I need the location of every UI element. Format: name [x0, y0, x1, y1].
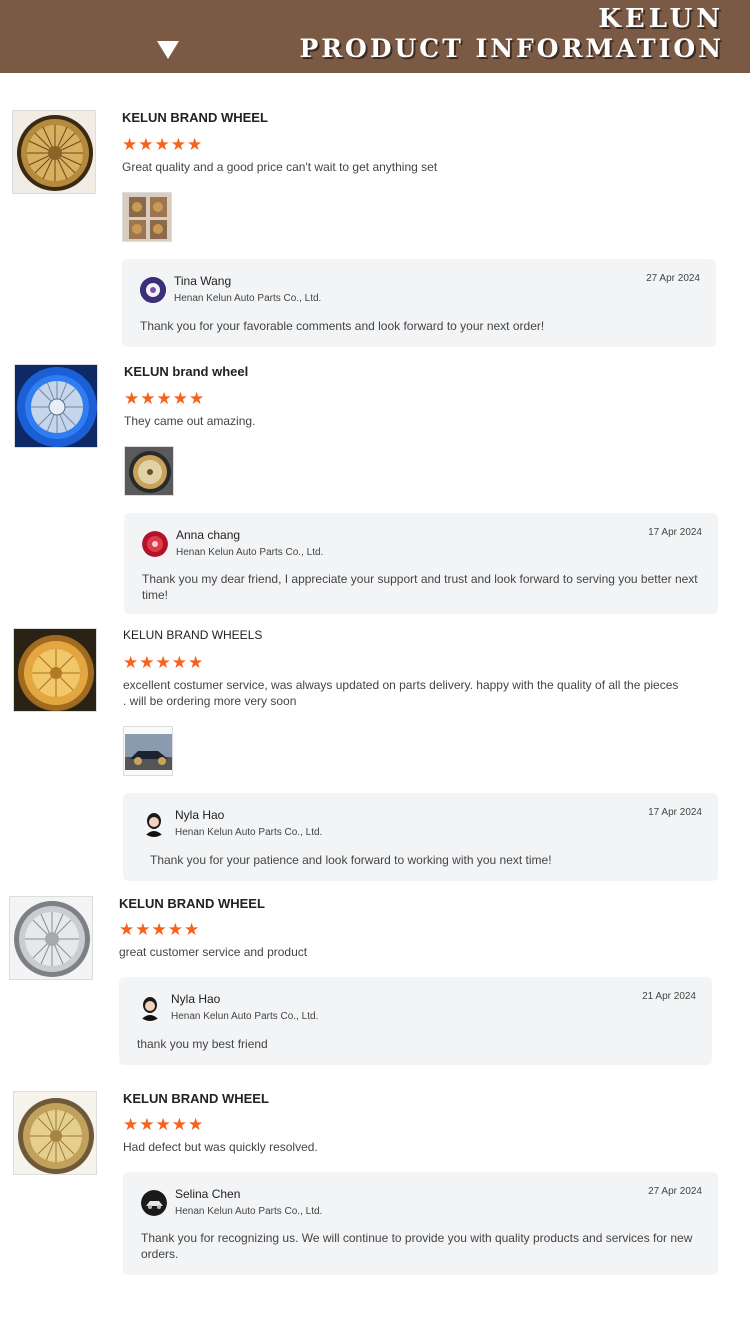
- product-thumbnail[interactable]: [9, 896, 93, 980]
- avatar: [137, 995, 163, 1021]
- review-title: KELUN BRAND WHEEL: [119, 896, 265, 911]
- replier-name: Selina Chen: [175, 1187, 241, 1201]
- product-thumbnail[interactable]: [12, 110, 96, 194]
- reply-date: 21 Apr 2024: [642, 991, 696, 1002]
- review-photo[interactable]: [124, 446, 174, 496]
- seller-reply: Tina Wang Henan Kelun Auto Parts Co., Lt…: [122, 259, 716, 347]
- review-text: Had defect but was quickly resolved.: [123, 1140, 318, 1154]
- product-thumbnail[interactable]: [13, 1091, 97, 1175]
- product-thumbnail[interactable]: [13, 628, 97, 712]
- replier-name: Anna chang: [176, 528, 241, 542]
- replier-company: Henan Kelun Auto Parts Co., Ltd.: [176, 547, 324, 558]
- star-rating: ★★★★★: [122, 135, 204, 154]
- review-text: Great quality and a good price can't wai…: [122, 160, 438, 174]
- star-rating: ★★★★★: [123, 653, 205, 672]
- brand-title: KELUN: [598, 4, 724, 34]
- review-photo[interactable]: [122, 192, 172, 242]
- reply-message: Thank you for your favorable comments an…: [140, 319, 545, 333]
- reply-date: 17 Apr 2024: [648, 807, 702, 818]
- replier-company: Henan Kelun Auto Parts Co., Ltd.: [175, 1206, 323, 1217]
- star-rating: ★★★★★: [119, 920, 201, 939]
- reply-message: Thank you for your patience and look for…: [150, 853, 552, 867]
- replier-company: Henan Kelun Auto Parts Co., Ltd.: [171, 1011, 319, 1022]
- product-thumbnail[interactable]: [14, 364, 98, 448]
- review-title: KELUN brand wheel: [124, 364, 249, 379]
- header-banner: KELUN PRODUCT INFORMATION: [0, 0, 750, 73]
- review-text: excellent costumer service, was always u…: [123, 678, 679, 708]
- reply-date: 27 Apr 2024: [646, 273, 700, 284]
- review-title: KELUN BRAND WHEEL: [123, 1091, 269, 1106]
- seller-reply: Nyla Hao Henan Kelun Auto Parts Co., Ltd…: [123, 793, 718, 881]
- seller-reply: Anna chang Henan Kelun Auto Parts Co., L…: [124, 513, 718, 614]
- replier-name: Nyla Hao: [175, 808, 225, 822]
- seller-reply: Nyla Hao Henan Kelun Auto Parts Co., Ltd…: [119, 977, 712, 1065]
- seller-reply: Selina Chen Henan Kelun Auto Parts Co., …: [123, 1172, 718, 1275]
- reply-message: Thank you for recognizing us. We will co…: [141, 1231, 693, 1261]
- review-title: KELUN BRAND WHEELS: [123, 628, 263, 642]
- review-text: They came out amazing.: [124, 414, 256, 428]
- replier-company: Henan Kelun Auto Parts Co., Ltd.: [174, 293, 322, 304]
- review-text: great customer service and product: [119, 945, 308, 959]
- review-photo[interactable]: [123, 726, 173, 776]
- avatar: [141, 1190, 167, 1216]
- replier-name: Tina Wang: [174, 274, 232, 288]
- avatar: [142, 531, 168, 557]
- replier-company: Henan Kelun Auto Parts Co., Ltd.: [175, 827, 323, 838]
- section-title: PRODUCT INFORMATION: [299, 34, 724, 63]
- replier-name: Nyla Hao: [171, 992, 221, 1006]
- review-title: KELUN BRAND WHEEL: [122, 110, 268, 125]
- reply-message: thank you my best friend: [137, 1037, 268, 1051]
- avatar: [140, 277, 166, 303]
- reply-date: 17 Apr 2024: [648, 527, 702, 538]
- reply-date: 27 Apr 2024: [648, 1186, 702, 1197]
- star-rating: ★★★★★: [123, 1115, 205, 1134]
- avatar: [141, 811, 167, 837]
- reply-message: Thank you my dear friend, I appreciate y…: [142, 572, 698, 602]
- star-rating: ★★★★★: [124, 389, 206, 408]
- down-triangle-icon: [157, 41, 179, 59]
